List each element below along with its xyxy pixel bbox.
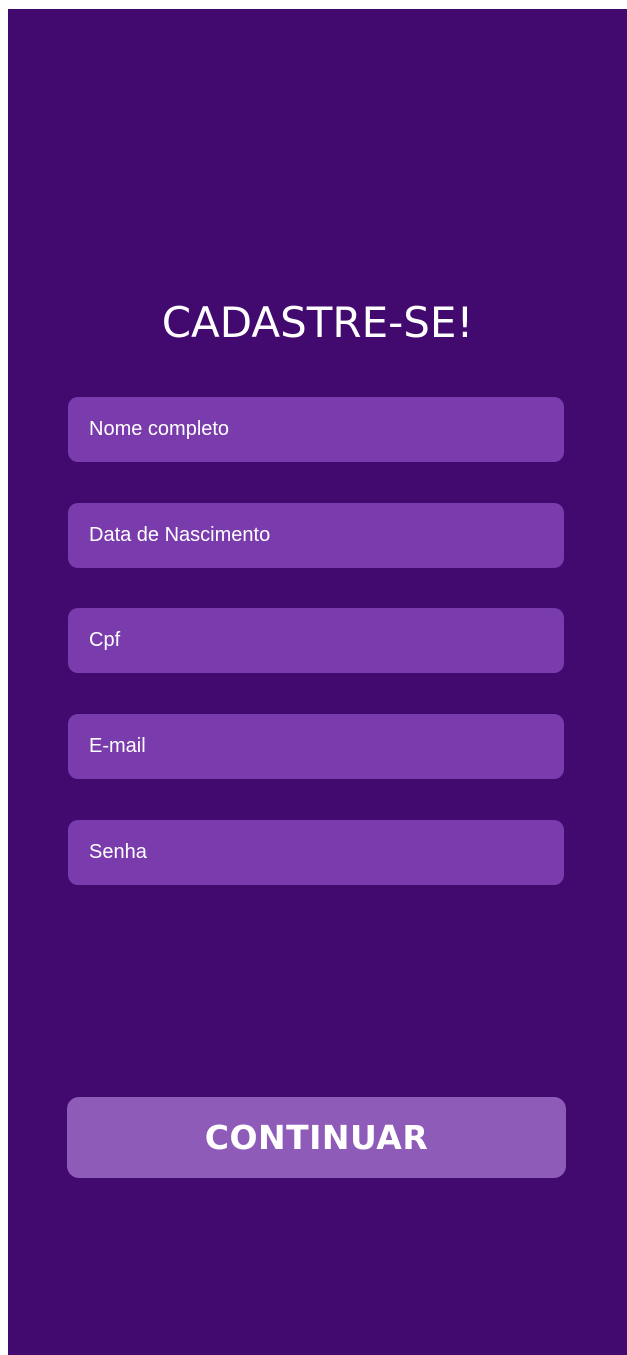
signup-screen: CADASTRE-SE! CONTINUAR bbox=[8, 9, 627, 1355]
password-field[interactable] bbox=[68, 820, 564, 885]
full-name-field[interactable] bbox=[68, 397, 564, 462]
continue-button[interactable]: CONTINUAR bbox=[67, 1097, 566, 1178]
page-title: CADASTRE-SE! bbox=[161, 298, 474, 348]
email-field[interactable] bbox=[68, 714, 564, 779]
birth-date-field[interactable] bbox=[68, 503, 564, 568]
cpf-field[interactable] bbox=[68, 608, 564, 673]
